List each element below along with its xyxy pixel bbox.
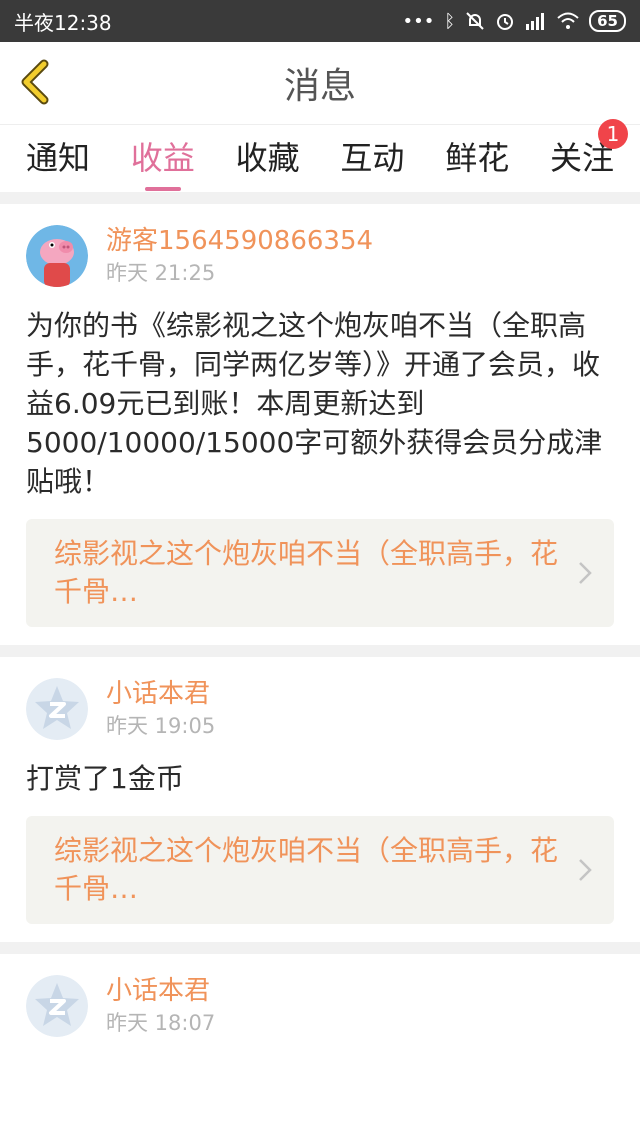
message-time: 昨天 19:05 [106,714,216,738]
wifi-icon [557,12,579,29]
back-arrow-icon[interactable] [14,58,62,106]
tab-label: 收益 [130,138,195,177]
message-meta: 游客1564590866354 昨天 21:25 [106,224,373,288]
page-title: 消息 [283,66,356,107]
book-link-card[interactable]: 综影视之这个炮灰咱不当（全职高手，花千骨… [26,519,614,627]
status-bar: 半夜12:38 ••• ᛒ 65 [0,0,640,42]
tab-follows[interactable]: 关注 1 [550,118,628,193]
message-time: 昨天 18:07 [106,1011,216,1035]
tab-earnings[interactable]: 收益 [131,125,195,193]
message-body: 为你的书《综影视之这个炮灰咱不当（全职高手，花千骨，同学两亿岁等）》开通了会员，… [26,309,603,498]
avatar-default-icon[interactable] [26,975,88,1037]
sender-name[interactable]: 小话本君 [106,677,215,711]
mute-icon [466,12,484,30]
message-body: 打赏了1金币 [26,762,184,795]
chevron-right-icon [579,562,592,584]
tab-notifications[interactable]: 通知 [26,125,90,193]
battery-indicator: 65 [589,10,626,32]
section-divider [0,942,640,954]
message-header: 小话本君 昨天 18:07 [26,974,614,1038]
tab-label: 互动 [340,138,405,177]
tab-label: 通知 [26,138,91,177]
section-divider [0,645,640,657]
tab-label: 鲜花 [445,138,510,177]
message-card: 小话本君 昨天 19:05 打赏了1金币 综影视之这个炮灰咱不当（全职高手，花千… [0,657,640,942]
message-meta: 小话本君 昨天 19:05 [106,677,215,741]
sender-name[interactable]: 小话本君 [106,974,215,1008]
status-icons: ••• ᛒ 65 [402,10,626,32]
nav-bar: 消息 [0,42,640,124]
tab-label: 收藏 [235,138,300,177]
tab-bar: 通知 收益 收藏 互动 鲜花 关注 1 [0,118,640,193]
section-divider [0,192,640,204]
more-dots-icon: ••• [402,10,435,32]
book-link-card[interactable]: 综影视之这个炮灰咱不当（全职高手，花千骨… [26,816,614,924]
unread-badge: 1 [598,118,628,149]
sender-name[interactable]: 游客1564590866354 [106,224,373,258]
tab-interactions[interactable]: 互动 [340,125,404,193]
signal-icon [526,13,545,30]
alarm-icon [497,14,514,30]
avatar-default-icon[interactable] [26,678,88,740]
tab-favorites[interactable]: 收藏 [236,125,300,193]
book-title: 综影视之这个炮灰咱不当（全职高手，花千骨… [54,537,559,608]
tab-flowers[interactable]: 鲜花 [445,125,509,193]
chevron-right-icon [579,859,592,881]
message-card: 小话本君 昨天 18:07 [0,954,640,1056]
status-time: 半夜12:38 [14,10,112,35]
bluetooth-icon: ᛒ [444,10,456,32]
message-time: 昨天 21:25 [106,261,216,285]
message-card: 游客1564590866354 昨天 21:25 为你的书《综影视之这个炮灰咱不… [0,204,640,645]
message-header: 游客1564590866354 昨天 21:25 [26,224,614,288]
message-header: 小话本君 昨天 19:05 [26,677,614,741]
avatar-pig[interactable] [26,225,88,287]
book-title: 综影视之这个炮灰咱不当（全职高手，花千骨… [54,834,559,905]
message-meta: 小话本君 昨天 18:07 [106,974,215,1038]
